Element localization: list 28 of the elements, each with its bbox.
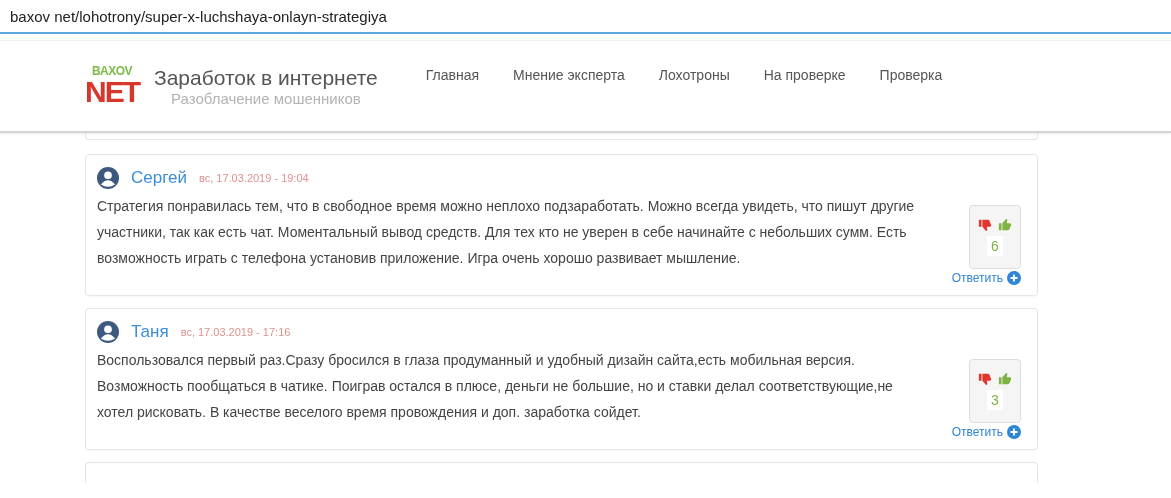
nav-link[interactable]: Проверка [879, 67, 943, 131]
plus-icon[interactable] [1007, 425, 1021, 439]
thumbs-down-icon[interactable] [978, 372, 992, 386]
comment-date: вс, 17.03.2019 - 19:04 [198, 172, 309, 184]
thumbs-up-icon[interactable] [998, 372, 1012, 386]
nav-link[interactable]: Мнение эксперта [513, 67, 625, 131]
author-name[interactable]: Сергей [131, 168, 187, 188]
vote-count: 3 [987, 390, 1003, 410]
user-avatar-icon [97, 321, 119, 343]
plus-icon[interactable] [1007, 271, 1021, 285]
vote-count: 6 [987, 236, 1003, 256]
comment-text: Стратегия понравилась тем, что в свободное время можно неплохо подзаработать. Можно всегда увидеть, что пишут другие участники, так как есть чат. Моментальный вывод средств. Для тех кто не уверен в себе начинайте с небольших сумм. Есть возможность играть с телефона установив приложение. Игра очень хорошо развивает мышление. [97, 197, 916, 268]
site-subtitle: Разоблачение мошенников [171, 89, 361, 107]
nav-link[interactable]: На проверке [763, 67, 846, 131]
address-bar[interactable]: baxov net/lohotrony/super-x-luchshaya-onlayn-strategiya [0, 0, 1171, 34]
author-name[interactable]: Таня [131, 322, 169, 342]
site-title: Заработок в интернете [154, 65, 378, 90]
reply-link[interactable]: Ответить [951, 271, 1021, 285]
url-text: baxov net/lohotrony/super-x-luchshaya-onlayn-strategiya [10, 7, 387, 25]
user-avatar-icon [97, 167, 119, 189]
nav-link[interactable]: Главная [425, 67, 480, 131]
reply-link[interactable]: Ответить [951, 425, 1021, 439]
comment-text: Воспользовался первый раз.Сразу бросился в глаза продуманный и удобный дизайн сайта,есть мобильная версия. Возможность пообщаться в чатике. Поиграв остался в плюсе, деньги не большие, но и ставки делал соответствующие,не хотел рисковать. В качестве веселого время провождения и доп. заработка сойдет. [97, 351, 894, 422]
nav-link[interactable]: Лохотроны [658, 67, 730, 131]
site-logo[interactable]: BAXOV NET [86, 65, 138, 107]
comment-date: вс, 17.03.2019 - 17:16 [180, 326, 291, 338]
thumbs-up-icon[interactable] [998, 218, 1012, 232]
thumbs-down-icon[interactable] [978, 218, 992, 232]
